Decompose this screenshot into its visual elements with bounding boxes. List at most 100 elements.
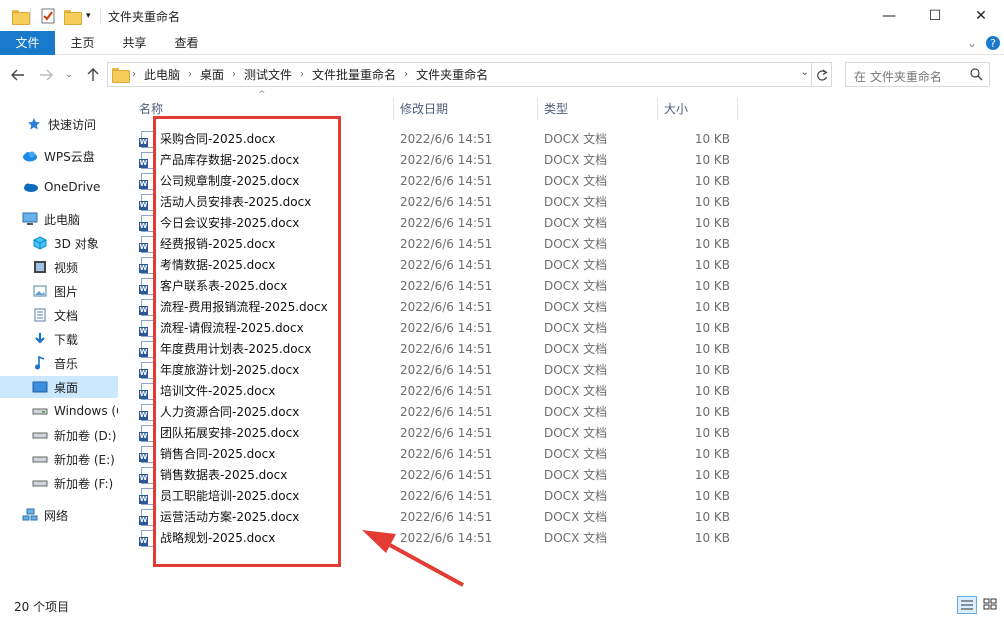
refresh-icon[interactable]	[811, 63, 831, 86]
sidebar-item-this-pc[interactable]: 此电脑	[0, 208, 118, 230]
tab-file[interactable]: 文件	[0, 31, 55, 55]
breadcrumb-batch-rename[interactable]: 文件批量重命名	[312, 66, 396, 83]
breadcrumb-folder-rename[interactable]: 文件夹重命名	[416, 66, 488, 83]
file-type: DOCX 文档	[544, 405, 608, 419]
chevron-right-icon[interactable]: ›	[132, 69, 136, 80]
divider	[30, 8, 31, 24]
sidebar-item-3d-objects[interactable]: 3D 对象	[0, 232, 118, 254]
forward-icon[interactable]	[36, 65, 56, 85]
file-modified-date: 2022/6/6 14:51	[400, 363, 493, 377]
sidebar-item-quick-access[interactable]: 快速访问	[0, 113, 118, 135]
column-header-date[interactable]: 修改日期	[400, 98, 530, 120]
file-size: 10 KB	[694, 405, 730, 419]
onedrive-icon	[22, 180, 38, 194]
customize-toolbar-icon[interactable]: ▾	[86, 6, 91, 26]
sidebar-item-label: 快速访问	[48, 117, 97, 132]
file-type: DOCX 文档	[544, 258, 608, 272]
minimize-button[interactable]: —	[866, 0, 912, 31]
file-type: DOCX 文档	[544, 321, 608, 335]
search-icon[interactable]	[970, 68, 983, 84]
column-divider[interactable]	[537, 98, 538, 120]
ribbon-expand-icon[interactable]: ⌄	[962, 31, 982, 55]
column-header-type[interactable]: 类型	[544, 98, 654, 120]
sidebar-item-label: 下载	[54, 332, 79, 347]
sidebar-item-label: 视频	[54, 260, 79, 275]
file-size: 10 KB	[694, 531, 730, 545]
sidebar-item-drive-f[interactable]: 新加卷 (F:)	[0, 472, 118, 494]
document-icon	[32, 308, 48, 322]
column-divider[interactable]	[393, 98, 394, 120]
column-divider[interactable]	[657, 98, 658, 120]
column-header-size[interactable]: 大小	[664, 98, 734, 120]
folder-icon	[12, 6, 30, 26]
chevron-right-icon[interactable]: ›	[188, 69, 192, 80]
address-bar[interactable]: › 此电脑 › 桌面 › 测试文件 › 文件批量重命名 › 文件夹重命名 ⌄	[107, 62, 832, 87]
tab-share[interactable]: 共享	[112, 31, 157, 55]
drive-icon	[32, 476, 48, 490]
sidebar-item-drive-d[interactable]: 新加卷 (D:)	[0, 424, 118, 446]
sidebar-item-pictures[interactable]: 图片	[0, 280, 118, 302]
sidebar-item-drive-c[interactable]: Windows (C	[0, 400, 118, 422]
sidebar-item-drive-e[interactable]: 新加卷 (E:)	[0, 448, 118, 470]
file-modified-date: 2022/6/6 14:51	[400, 510, 493, 524]
new-folder-icon[interactable]	[64, 6, 82, 26]
file-modified-date: 2022/6/6 14:51	[400, 321, 493, 335]
file-type: DOCX 文档	[544, 489, 608, 503]
sidebar-item-label: 文档	[54, 308, 79, 323]
chevron-right-icon[interactable]: ›	[404, 69, 408, 80]
file-modified-date: 2022/6/6 14:51	[400, 468, 493, 482]
sidebar-item-videos[interactable]: 视频	[0, 256, 118, 278]
up-icon[interactable]	[83, 65, 103, 85]
sidebar-item-network[interactable]: 网络	[0, 504, 118, 526]
close-button[interactable]: ✕	[958, 0, 1004, 31]
item-count: 20 个项目	[14, 600, 70, 614]
large-icons-view-icon[interactable]	[981, 596, 1001, 614]
chevron-right-icon[interactable]: ›	[300, 69, 304, 80]
maximize-button[interactable]: ☐	[912, 0, 958, 31]
address-dropdown-icon[interactable]: ⌄	[801, 67, 809, 78]
search-input[interactable]: 在 文件夹重命名	[845, 62, 990, 87]
network-icon	[22, 508, 38, 522]
file-type: DOCX 文档	[544, 237, 608, 251]
sidebar-item-music[interactable]: 音乐	[0, 352, 118, 374]
sidebar-item-label: 网络	[44, 508, 69, 523]
desktop-icon	[32, 380, 48, 394]
download-icon	[32, 332, 48, 346]
file-type: DOCX 文档	[544, 216, 608, 230]
sidebar-item-label: 3D 对象	[54, 236, 99, 251]
tab-view[interactable]: 查看	[164, 31, 209, 55]
file-size: 10 KB	[694, 342, 730, 356]
breadcrumb-test-files[interactable]: 测试文件	[244, 66, 292, 83]
file-type: DOCX 文档	[544, 153, 608, 167]
recent-locations-icon[interactable]: ⌄	[62, 65, 76, 85]
file-size: 10 KB	[694, 384, 730, 398]
file-type: DOCX 文档	[544, 300, 608, 314]
cloud-icon	[22, 149, 38, 163]
file-type: DOCX 文档	[544, 426, 608, 440]
file-modified-date: 2022/6/6 14:51	[400, 237, 493, 251]
breadcrumb-this-pc[interactable]: 此电脑	[144, 66, 180, 83]
sidebar-item-downloads[interactable]: 下载	[0, 328, 118, 350]
file-size: 10 KB	[694, 258, 730, 272]
file-modified-date: 2022/6/6 14:51	[400, 531, 493, 545]
sidebar-item-documents[interactable]: 文档	[0, 304, 118, 326]
file-type: DOCX 文档	[544, 195, 608, 209]
file-modified-date: 2022/6/6 14:51	[400, 279, 493, 293]
chevron-right-icon[interactable]: ›	[232, 69, 236, 80]
navigation-pane: 快速访问 WPS云盘 OneDrive 此电脑 3D 对象 视频 图片 文档 下…	[0, 94, 120, 589]
file-type: DOCX 文档	[544, 174, 608, 188]
tab-home[interactable]: 主页	[60, 31, 105, 55]
navigation-row: ⌄ › 此电脑 › 桌面 › 测试文件 › 文件批量重命名 › 文件夹重命名 ⌄…	[0, 62, 1004, 88]
ribbon: 文件 主页 共享 查看 ⌄ ?	[0, 31, 1004, 55]
details-view-icon[interactable]	[957, 596, 977, 614]
sidebar-item-desktop[interactable]: 桌面	[0, 376, 118, 398]
help-icon[interactable]: ?	[984, 31, 1002, 55]
back-icon[interactable]	[8, 65, 28, 85]
breadcrumb-desktop[interactable]: 桌面	[200, 66, 224, 83]
file-size: 10 KB	[694, 300, 730, 314]
sidebar-item-wps-cloud[interactable]: WPS云盘	[0, 145, 118, 167]
sidebar-item-onedrive[interactable]: OneDrive	[0, 176, 118, 198]
column-divider[interactable]	[737, 98, 738, 120]
folder-icon	[112, 68, 130, 83]
properties-icon[interactable]	[40, 6, 56, 26]
